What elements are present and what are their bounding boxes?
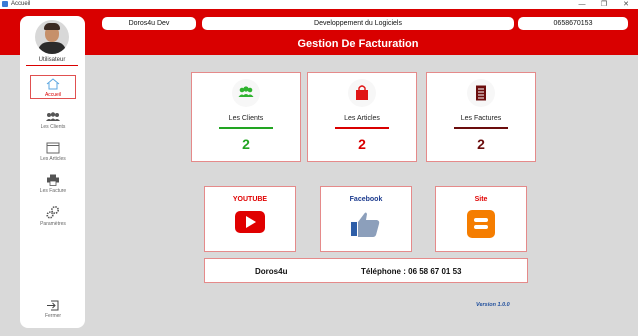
factures-count: 2	[477, 136, 485, 152]
blogger-icon	[467, 210, 495, 238]
sidebar-item-clients[interactable]: Les Clients	[30, 112, 76, 134]
logout-icon	[47, 300, 59, 311]
articles-icon-circle	[348, 79, 376, 107]
card-underline	[335, 127, 389, 129]
window-titlebar: Accueil — ❐ ✕	[0, 0, 638, 9]
version-label: Version 1.0.0	[476, 302, 510, 308]
header-bar: Doros4u Dev Developpement du Logiciels 0…	[0, 9, 638, 55]
user-name-field: Doros4u Dev	[102, 17, 196, 30]
factures-card[interactable]: Les Factures 2	[426, 72, 536, 162]
sidebar-item-label: Les Clients	[40, 124, 66, 130]
thumbs-up-icon	[351, 212, 380, 237]
sidebar-item-accueil[interactable]: Accueil	[30, 75, 76, 99]
card-underline	[219, 127, 273, 129]
articles-card[interactable]: Les Articles 2	[307, 72, 417, 162]
sidebar-item-parametres[interactable]: Paramètres	[30, 205, 76, 229]
articles-count: 2	[358, 136, 366, 152]
card-label: Les Articles	[344, 115, 380, 122]
contact-bar: Doros4u Téléphone : 06 58 67 01 53	[204, 258, 528, 283]
logout-button[interactable]: Fermer	[30, 300, 76, 324]
card-underline	[454, 127, 508, 129]
sidebar-item-label: Paramètres	[40, 221, 66, 227]
clients-count: 2	[242, 136, 250, 152]
youtube-button[interactable]: YOUTUBE	[204, 186, 296, 252]
clients-icon-circle	[232, 79, 260, 107]
close-button[interactable]: ✕	[618, 0, 634, 9]
clients-card[interactable]: Les Clients 2	[191, 72, 301, 162]
contact-phone: Téléphone : 06 58 67 01 53	[361, 267, 462, 276]
youtube-label: YOUTUBE	[232, 196, 268, 203]
users-icon	[238, 86, 254, 97]
company-field: Developpement du Logiciels	[202, 17, 514, 30]
shopping-bag-icon	[356, 85, 368, 100]
minimize-button[interactable]: —	[574, 0, 590, 9]
window-icon	[46, 142, 60, 154]
window-title: Accueil	[11, 1, 31, 7]
card-label: Les Factures	[460, 115, 502, 122]
sidebar-item-articles[interactable]: Les Articles	[30, 142, 76, 164]
gears-icon	[46, 205, 60, 219]
sidebar-item-label: Les Facture	[39, 188, 67, 194]
phone-field: 0658670153	[518, 17, 628, 30]
card-label: Les Clients	[228, 115, 264, 122]
site-button[interactable]: Site	[435, 186, 527, 252]
contact-name: Doros4u	[255, 267, 288, 276]
logout-label: Fermer	[44, 313, 62, 319]
user-divider	[26, 65, 78, 66]
avatar	[35, 20, 69, 54]
users-icon	[46, 112, 60, 121]
user-label: Utilisateur	[38, 57, 66, 63]
sidebar-item-facture[interactable]: Les Facture	[30, 174, 76, 196]
restore-button[interactable]: ❐	[596, 0, 612, 9]
invoice-icon	[476, 85, 486, 101]
sidebar-item-label: Accueil	[44, 92, 62, 98]
printer-icon	[47, 174, 59, 186]
youtube-icon	[235, 211, 265, 233]
app-title: Gestion De Facturation	[297, 38, 419, 50]
app-icon	[2, 1, 8, 7]
facebook-label: Facebook	[349, 196, 383, 203]
sidebar-item-label: Les Articles	[40, 156, 66, 162]
facebook-button[interactable]: Facebook	[320, 186, 412, 252]
factures-icon-circle	[467, 79, 495, 107]
home-icon	[46, 78, 60, 90]
site-label: Site	[474, 196, 488, 203]
